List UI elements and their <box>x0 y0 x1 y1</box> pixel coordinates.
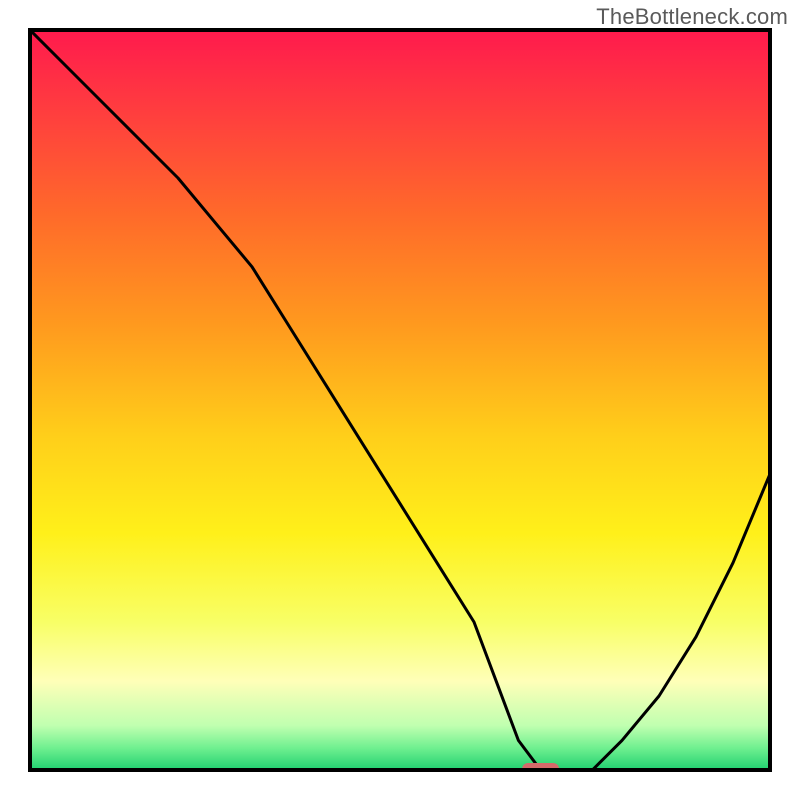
watermark-text: TheBottleneck.com <box>596 4 788 30</box>
chart-container: TheBottleneck.com <box>0 0 800 800</box>
bottleneck-chart <box>0 0 800 800</box>
